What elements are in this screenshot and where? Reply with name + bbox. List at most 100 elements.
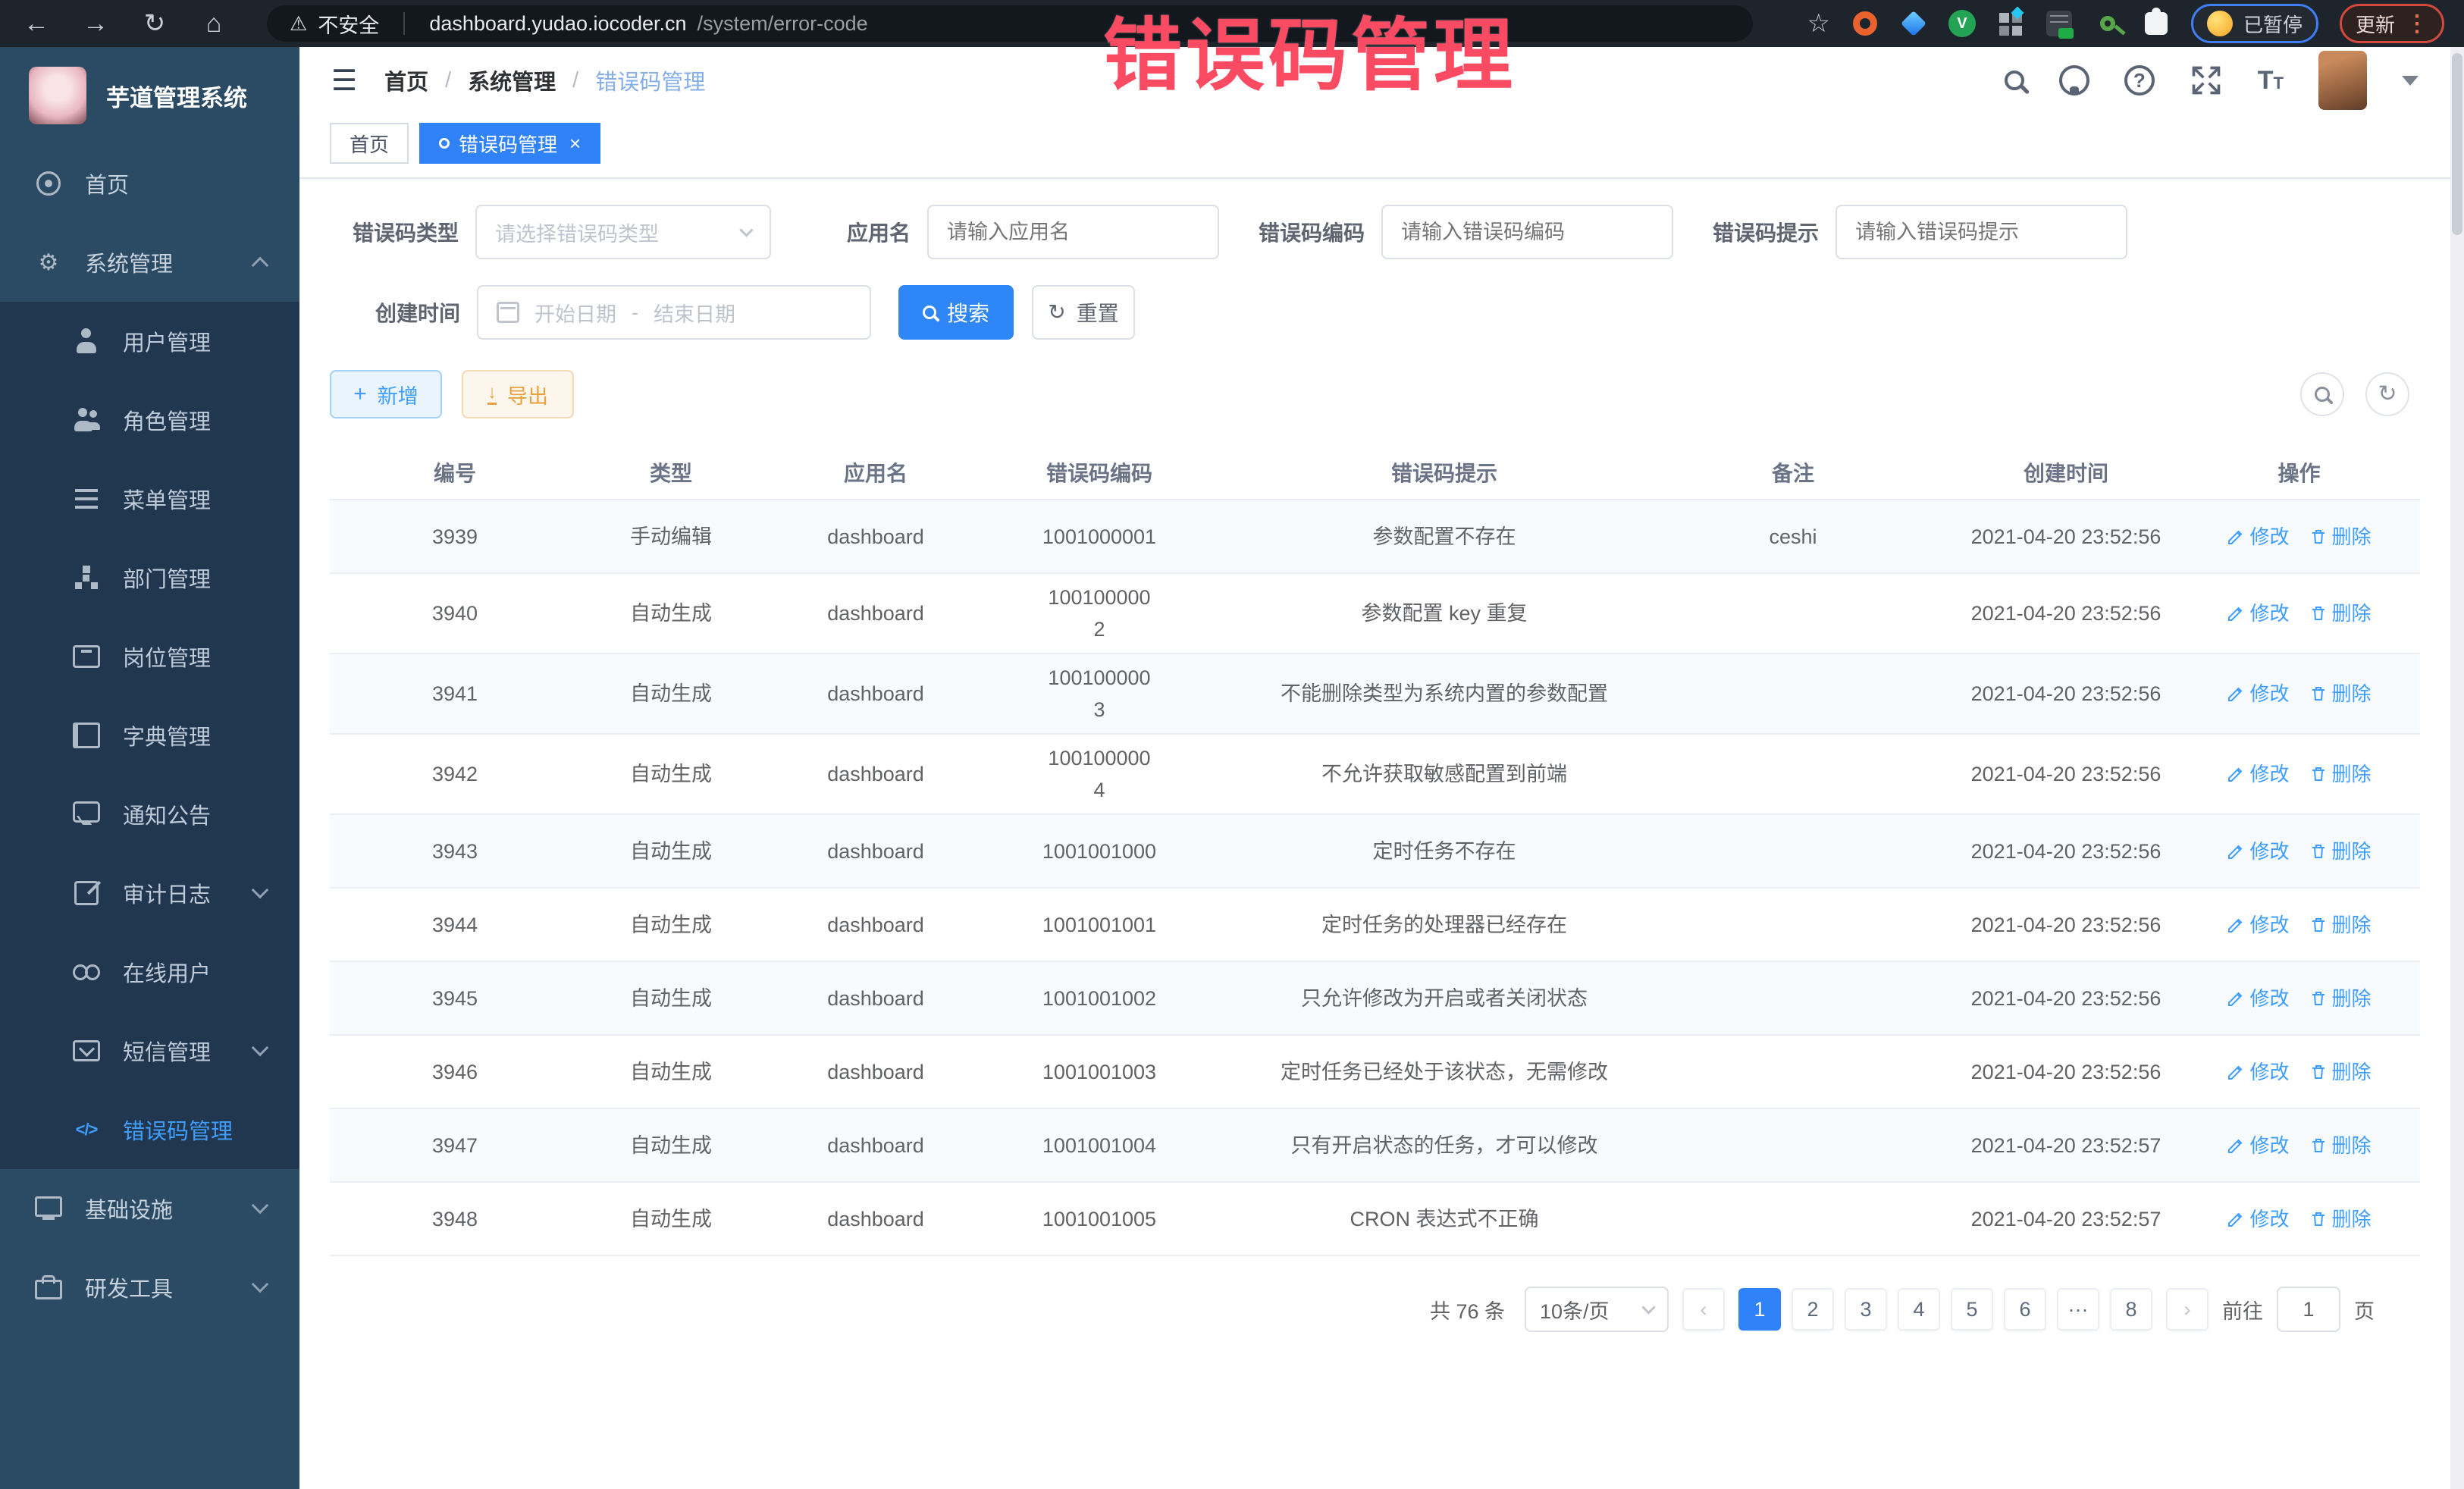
edit-link[interactable]: 修改	[2227, 597, 2289, 629]
date-range-picker[interactable]: 开始日期 - 结束日期	[477, 285, 871, 340]
edit-link[interactable]: 修改	[2227, 1056, 2289, 1088]
sidebar-item-post-management[interactable]: 岗位管理	[0, 617, 299, 696]
reload-icon[interactable]: ↻	[138, 8, 171, 39]
github-icon[interactable]	[2059, 65, 2089, 96]
search-button[interactable]: 搜索	[898, 285, 1014, 340]
sidebar-item-dev-tools[interactable]: 研发工具	[0, 1248, 299, 1327]
export-button[interactable]: ↓ 导出	[462, 370, 574, 418]
browser-extension-icon[interactable]	[2094, 10, 2121, 37]
browser-extension-icon[interactable]	[1900, 10, 1927, 37]
sidebar-item-user-management[interactable]: 用户管理	[0, 302, 299, 381]
cell-code: 1001001002	[989, 983, 1209, 1014]
error-type-select[interactable]: 请选择错误码类型	[475, 205, 771, 259]
scrollbar[interactable]	[2450, 47, 2464, 1489]
delete-link[interactable]: 删除	[2309, 1130, 2372, 1161]
breadcrumb-system[interactable]: 系统管理	[468, 64, 556, 96]
delete-link[interactable]: 删除	[2309, 835, 2372, 867]
cell-created-time: 2021-04-20 23:52:57	[1907, 1130, 2225, 1161]
error-hint-input[interactable]	[1835, 205, 2127, 259]
table-row: 3939 手动编辑 dashboard 1001000001 参数配置不存在 c…	[330, 500, 2420, 574]
browser-extension-icon[interactable]	[1851, 10, 1879, 37]
scrollbar-thumb[interactable]	[2452, 53, 2462, 235]
sidebar-item-sms-management[interactable]: 短信管理	[0, 1011, 299, 1090]
prev-page-button[interactable]: ‹	[1682, 1288, 1725, 1331]
browser-extension-icon[interactable]	[2143, 10, 2170, 37]
sidebar-item-role-management[interactable]: 角色管理	[0, 381, 299, 459]
column-header: 操作	[2225, 457, 2373, 487]
sidebar-item-system-management[interactable]: ⚙ 系统管理	[0, 223, 299, 302]
error-code-input[interactable]	[1381, 205, 1673, 259]
delete-link[interactable]: 删除	[2309, 909, 2372, 941]
goto-page-input[interactable]	[2277, 1287, 2340, 1332]
sidebar-item-notice[interactable]: 通知公告	[0, 775, 299, 854]
page-button[interactable]: 1	[1738, 1288, 1781, 1331]
search-icon[interactable]	[2005, 71, 2024, 90]
delete-link[interactable]: 删除	[2309, 1203, 2372, 1235]
edit-link[interactable]: 修改	[2227, 1203, 2289, 1235]
browser-extension-icon[interactable]	[1997, 10, 2024, 37]
next-page-button[interactable]: ›	[2166, 1288, 2209, 1331]
online-users-icon	[73, 958, 100, 986]
avatar-dropdown-icon[interactable]	[2402, 76, 2419, 86]
forward-icon[interactable]: →	[79, 9, 112, 39]
browser-extension-icon[interactable]	[2045, 10, 2073, 37]
sidebar-item-home[interactable]: 首页	[0, 144, 299, 223]
edit-link[interactable]: 修改	[2227, 983, 2289, 1014]
page-button[interactable]: 3	[1845, 1288, 1887, 1331]
delete-link[interactable]: 删除	[2309, 983, 2372, 1014]
fullscreen-icon[interactable]	[2190, 64, 2223, 97]
add-button[interactable]: + 新增	[330, 370, 442, 418]
brand-row[interactable]: 芋道管理系统	[0, 47, 299, 144]
help-icon[interactable]: ?	[2124, 65, 2155, 96]
page-button[interactable]: 6	[2004, 1288, 2046, 1331]
edit-link[interactable]: 修改	[2227, 521, 2289, 553]
tab-home[interactable]: 首页	[330, 123, 409, 164]
delete-link[interactable]: 删除	[2309, 1056, 2372, 1088]
page-button[interactable]: 5	[1951, 1288, 1993, 1331]
page-buttons: 1 2 3 4 5 6 ···	[1738, 1288, 2152, 1331]
home-icon[interactable]: ⌂	[197, 9, 230, 39]
edit-link[interactable]: 修改	[2227, 1130, 2289, 1161]
app-name-input[interactable]	[927, 205, 1219, 259]
page-button[interactable]: 2	[1792, 1288, 1834, 1331]
profile-paused-badge[interactable]: 已暂停	[2191, 4, 2318, 43]
table-tools: ↻	[2300, 372, 2409, 416]
edit-link[interactable]: 修改	[2227, 678, 2289, 710]
sidebar-item-infrastructure[interactable]: 基础设施	[0, 1169, 299, 1248]
delete-link[interactable]: 删除	[2309, 597, 2372, 629]
delete-link[interactable]: 删除	[2309, 678, 2372, 710]
menu-fold-icon[interactable]: ☰	[331, 64, 357, 98]
sidebar-item-error-code[interactable]: </> 错误码管理	[0, 1090, 299, 1169]
reset-button[interactable]: ↻ 重置	[1032, 285, 1135, 340]
browser-menu-icon[interactable]: ⋮	[2406, 11, 2428, 37]
pencil-icon	[2227, 604, 2245, 622]
tab-error-code[interactable]: 错误码管理 ×	[419, 123, 600, 164]
sidebar-item-dict-management[interactable]: 字典管理	[0, 696, 299, 775]
update-button[interactable]: 更新 ⋮	[2340, 4, 2444, 43]
sidebar-item-online-users[interactable]: 在线用户	[0, 933, 299, 1011]
edit-link[interactable]: 修改	[2227, 758, 2289, 790]
edit-link[interactable]: 修改	[2227, 835, 2289, 867]
delete-link[interactable]: 删除	[2309, 521, 2372, 553]
page-button[interactable]: 8	[2110, 1288, 2152, 1331]
address-bar[interactable]: ⚠ 不安全 dashboard.yudao.iocoder.cn/system/…	[267, 5, 1753, 42]
page-size-select[interactable]: 10条/页	[1525, 1287, 1669, 1332]
breadcrumb-home[interactable]: 首页	[384, 64, 428, 96]
delete-link[interactable]: 删除	[2309, 758, 2372, 790]
font-size-icon[interactable]: TT	[2258, 66, 2284, 96]
system-submenu: 用户管理 角色管理 菜单管理 部门管理 岗位管理	[0, 302, 299, 1169]
user-avatar[interactable]	[2318, 51, 2367, 110]
sidebar-item-menu-management[interactable]: 菜单管理	[0, 459, 299, 538]
browser-extension-icon[interactable]: V	[1948, 10, 1976, 37]
page-button[interactable]: 4	[1898, 1288, 1940, 1331]
close-icon[interactable]: ×	[569, 132, 581, 155]
sidebar-item-audit-log[interactable]: 审计日志	[0, 854, 299, 933]
refresh-table-button[interactable]: ↻	[2365, 372, 2409, 416]
sidebar-item-dept-management[interactable]: 部门管理	[0, 538, 299, 617]
edit-link[interactable]: 修改	[2227, 909, 2289, 941]
page-button[interactable]: ···	[2057, 1288, 2099, 1331]
bookmark-star-icon[interactable]: ☆	[1807, 8, 1829, 39]
cell-message: 参数配置不存在	[1209, 521, 1679, 553]
show-search-button[interactable]	[2300, 372, 2344, 416]
back-icon[interactable]: ←	[20, 9, 53, 39]
